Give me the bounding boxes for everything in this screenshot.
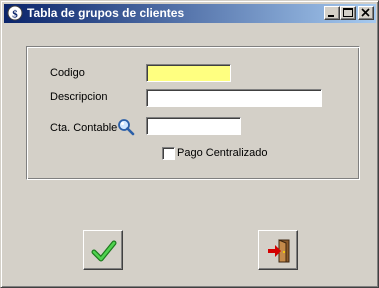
exit-button[interactable] [258, 230, 298, 270]
pago-centralizado-label: Pago Centralizado [177, 147, 268, 159]
title-bar[interactable]: $ Tabla de grupos de clientes [4, 4, 376, 23]
exit-door-icon [268, 239, 290, 263]
dollar-app-icon: $ [7, 5, 23, 21]
descripcion-input[interactable] [146, 89, 322, 107]
cta-contable-input[interactable] [146, 117, 241, 135]
maximize-icon [343, 8, 353, 17]
close-icon [361, 8, 370, 17]
codigo-input[interactable] [146, 64, 231, 82]
minimize-icon [328, 15, 334, 17]
close-button[interactable] [358, 6, 374, 20]
cta-contable-label: Cta. Contable [50, 122, 118, 134]
maximize-button[interactable] [340, 6, 356, 20]
minimize-button[interactable] [324, 6, 340, 20]
pago-centralizado-checkbox[interactable] [162, 147, 175, 160]
descripcion-label: Descripcion [50, 91, 108, 103]
codigo-label: Codigo [50, 67, 85, 79]
dialog-window: $ Tabla de grupos de clientes Codigo Des… [0, 0, 379, 288]
window-title: Tabla de grupos de clientes [27, 6, 185, 20]
svg-text:$: $ [12, 9, 18, 21]
ok-button[interactable] [83, 230, 123, 270]
green-checkmark-icon [91, 240, 117, 262]
search-icon[interactable] [117, 118, 135, 136]
